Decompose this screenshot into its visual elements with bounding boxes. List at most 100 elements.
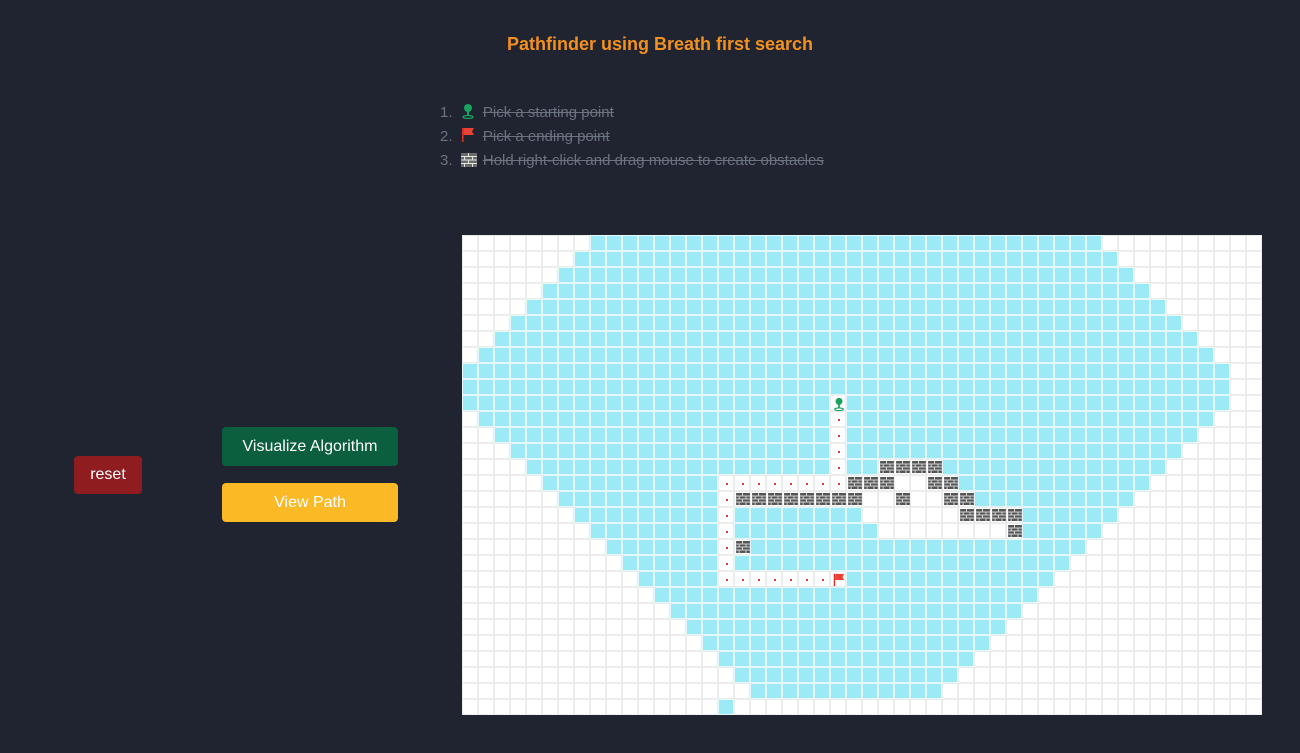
visited-node[interactable] [542,379,558,395]
visited-node[interactable] [670,379,686,395]
path-node[interactable] [798,571,814,587]
visited-node[interactable] [1006,427,1022,443]
visited-node[interactable] [1022,379,1038,395]
grid-node[interactable] [510,283,526,299]
visited-node[interactable] [1086,267,1102,283]
visited-node[interactable] [1038,331,1054,347]
grid-node[interactable] [1230,459,1246,475]
grid-node[interactable] [1246,523,1262,539]
grid-node[interactable] [462,587,478,603]
visited-node[interactable] [782,251,798,267]
grid-node[interactable] [1198,571,1214,587]
visited-node[interactable] [590,475,606,491]
grid-node[interactable] [910,699,926,715]
visited-node[interactable] [670,235,686,251]
visited-node[interactable] [1086,283,1102,299]
visited-node[interactable] [558,267,574,283]
visited-node[interactable] [1118,283,1134,299]
grid-node[interactable] [1198,459,1214,475]
visited-node[interactable] [958,619,974,635]
visited-node[interactable] [990,555,1006,571]
visited-node[interactable] [1006,379,1022,395]
grid-node[interactable] [670,635,686,651]
grid-node[interactable] [1198,427,1214,443]
visited-node[interactable] [638,555,654,571]
grid-node[interactable] [1038,603,1054,619]
grid-node[interactable] [510,699,526,715]
visited-node[interactable] [1022,235,1038,251]
grid-node[interactable] [478,235,494,251]
visited-node[interactable] [974,411,990,427]
visited-node[interactable] [638,571,654,587]
visited-node[interactable] [750,667,766,683]
visited-node[interactable] [734,667,750,683]
visited-node[interactable] [1006,363,1022,379]
grid-node[interactable] [1150,283,1166,299]
visited-node[interactable] [830,251,846,267]
visited-node[interactable] [974,443,990,459]
visited-node[interactable] [1086,427,1102,443]
visited-node[interactable] [766,235,782,251]
grid-node[interactable] [638,603,654,619]
grid-node[interactable] [1134,603,1150,619]
grid-node[interactable] [1134,555,1150,571]
grid-node[interactable] [670,651,686,667]
visited-node[interactable] [846,459,862,475]
grid-node[interactable] [974,667,990,683]
grid-node[interactable] [526,507,542,523]
grid-node[interactable] [1230,347,1246,363]
grid-node[interactable] [1230,555,1246,571]
grid-node[interactable] [1214,267,1230,283]
visited-node[interactable] [670,299,686,315]
grid-node[interactable] [1054,667,1070,683]
visited-node[interactable] [958,459,974,475]
visited-node[interactable] [510,363,526,379]
visited-node[interactable] [654,475,670,491]
visited-node[interactable] [1006,555,1022,571]
grid-node[interactable] [1118,555,1134,571]
visited-node[interactable] [702,587,718,603]
visited-node[interactable] [622,299,638,315]
visited-node[interactable] [1038,379,1054,395]
visited-node[interactable] [830,235,846,251]
grid-node[interactable] [1246,299,1262,315]
grid-node[interactable] [462,651,478,667]
visited-node[interactable] [1070,235,1086,251]
visited-node[interactable] [974,379,990,395]
grid-node[interactable] [910,523,926,539]
grid-node[interactable] [1214,523,1230,539]
grid-node[interactable] [478,299,494,315]
visited-node[interactable] [958,571,974,587]
visited-node[interactable] [1054,427,1070,443]
visited-node[interactable] [734,603,750,619]
visited-node[interactable] [1118,443,1134,459]
visited-node[interactable] [750,603,766,619]
grid-node[interactable] [1070,571,1086,587]
visited-node[interactable] [942,411,958,427]
grid-node[interactable] [510,475,526,491]
visited-node[interactable] [670,507,686,523]
grid-node[interactable] [638,699,654,715]
grid-node[interactable] [1166,507,1182,523]
grid-node[interactable] [1182,235,1198,251]
grid-node[interactable] [1054,635,1070,651]
visited-node[interactable] [1102,283,1118,299]
grid-node[interactable] [1198,315,1214,331]
grid-node[interactable] [558,251,574,267]
grid-node[interactable] [1230,683,1246,699]
grid-node[interactable] [990,683,1006,699]
visited-node[interactable] [798,523,814,539]
grid-node[interactable] [526,603,542,619]
grid-node[interactable] [1182,699,1198,715]
grid-node[interactable] [526,475,542,491]
pathfinding-grid[interactable] [462,235,1262,715]
grid-node[interactable] [1166,667,1182,683]
grid-node[interactable] [1230,635,1246,651]
visited-node[interactable] [1102,443,1118,459]
path-node[interactable] [782,475,798,491]
grid-node[interactable] [590,539,606,555]
visited-node[interactable] [830,331,846,347]
grid-node[interactable] [1022,683,1038,699]
visited-node[interactable] [782,667,798,683]
grid-node[interactable] [510,523,526,539]
